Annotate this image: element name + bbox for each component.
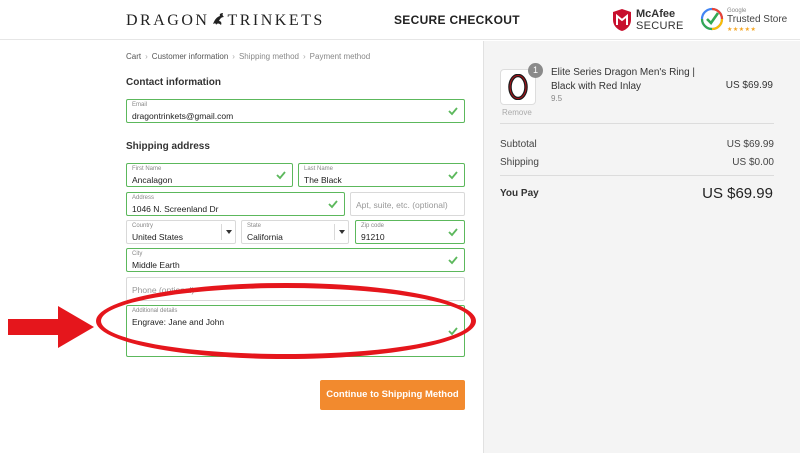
email-label: Email bbox=[132, 102, 148, 108]
subtotal-value: US $69.99 bbox=[726, 139, 774, 150]
first-name-label: First Name bbox=[132, 166, 162, 172]
mcafee-secure-label: SECURE bbox=[636, 20, 684, 32]
summary-divider bbox=[500, 175, 774, 176]
email-value: dragontrinkets@gmail.com bbox=[132, 111, 234, 121]
apartment-field[interactable]: Apt, suite, etc. (optional) bbox=[350, 192, 465, 216]
breadcrumb-chevron-icon: › bbox=[232, 52, 235, 61]
breadcrumb-chevron-icon: › bbox=[303, 52, 306, 61]
order-summary-panel: 1 Remove Elite Series Dragon Men's Ring … bbox=[483, 41, 800, 453]
continue-to-shipping-button[interactable]: Continue to Shipping Method bbox=[320, 380, 465, 410]
mcafee-name: McAfee bbox=[636, 8, 676, 20]
store-logo[interactable]: DRAGON TRINKETS bbox=[126, 11, 325, 30]
subtotal-row: Subtotal US $69.99 bbox=[500, 139, 774, 150]
product-name: Elite Series Dragon Men's Ring | Black w… bbox=[551, 67, 696, 92]
shipping-row: Shipping US $0.00 bbox=[500, 157, 774, 168]
valid-check-icon bbox=[448, 228, 458, 237]
subtotal-label: Subtotal bbox=[500, 139, 537, 150]
highlight-ellipse bbox=[96, 283, 476, 359]
country-label: Country bbox=[132, 223, 154, 229]
product-variant: 9.5 bbox=[551, 94, 563, 103]
product-price: US $69.99 bbox=[725, 80, 773, 91]
valid-check-icon bbox=[448, 171, 458, 180]
total-label: You Pay bbox=[500, 188, 539, 199]
breadcrumb-chevron-icon: › bbox=[145, 52, 148, 61]
country-select[interactable]: Country United States bbox=[126, 220, 236, 244]
trusted-store-check-icon bbox=[700, 7, 724, 31]
valid-check-icon bbox=[448, 107, 458, 116]
last-name-value: The Black bbox=[304, 175, 342, 185]
city-field[interactable]: City Middle Earth bbox=[126, 248, 465, 272]
contact-section-title: Contact information bbox=[126, 77, 221, 88]
breadcrumb-cart[interactable]: Cart bbox=[126, 52, 141, 61]
breadcrumb-payment-method: Payment method bbox=[309, 52, 371, 61]
state-select[interactable]: State California bbox=[241, 220, 349, 244]
chevron-down-icon bbox=[334, 224, 348, 240]
address-field[interactable]: Address 1046 N. Screenland Dr bbox=[126, 192, 345, 216]
city-value: Middle Earth bbox=[132, 260, 180, 270]
summary-divider bbox=[500, 123, 774, 124]
city-label: City bbox=[132, 251, 143, 257]
country-value: United States bbox=[132, 232, 184, 242]
total-value: US $69.99 bbox=[702, 185, 773, 202]
breadcrumb-shipping-method: Shipping method bbox=[238, 52, 299, 61]
first-name-field[interactable]: First Name Ancalagon bbox=[126, 163, 293, 187]
state-label: State bbox=[247, 223, 262, 229]
breadcrumb-customer-information[interactable]: Customer information bbox=[152, 52, 228, 61]
checkout-header: DRAGON TRINKETS SECURE CHECKOUT McAfee SE… bbox=[0, 0, 800, 40]
shipping-value: US $0.00 bbox=[732, 157, 774, 168]
last-name-field[interactable]: Last Name The Black bbox=[298, 163, 465, 187]
mcafee-secure-badge[interactable]: McAfee SECURE bbox=[612, 6, 684, 34]
zip-code-label: Zip code bbox=[361, 223, 385, 229]
last-name-label: Last Name bbox=[304, 166, 334, 172]
valid-check-icon bbox=[328, 200, 338, 209]
valid-check-icon bbox=[276, 171, 286, 180]
state-value: California bbox=[247, 232, 283, 242]
trusted-store-badge[interactable]: Google Trusted Store ★★★★★ bbox=[700, 6, 787, 34]
address-value: 1046 N. Screenland Dr bbox=[132, 204, 219, 214]
remove-item-link[interactable]: Remove bbox=[502, 108, 532, 117]
address-label: Address bbox=[132, 195, 155, 201]
trusted-store-label: Trusted Store bbox=[727, 14, 788, 25]
apartment-placeholder: Apt, suite, etc. (optional) bbox=[356, 200, 448, 210]
zip-code-value: 91210 bbox=[361, 232, 385, 242]
mcafee-shield-icon bbox=[613, 9, 631, 31]
red-arrow-icon bbox=[8, 306, 94, 348]
shipping-label: Shipping bbox=[500, 157, 539, 168]
zip-code-field[interactable]: Zip code 91210 bbox=[355, 220, 465, 244]
logo-text-right: TRINKETS bbox=[227, 12, 325, 29]
chevron-down-icon bbox=[221, 224, 235, 240]
email-field[interactable]: Email dragontrinkets@gmail.com bbox=[126, 99, 465, 123]
logo-text-left: DRAGON bbox=[126, 12, 210, 29]
valid-check-icon bbox=[448, 256, 458, 265]
quantity-badge: 1 bbox=[528, 63, 543, 78]
shipping-section-title: Shipping address bbox=[126, 141, 210, 152]
trusted-store-stars: ★★★★★ bbox=[727, 27, 757, 33]
first-name-value: Ancalagon bbox=[132, 175, 173, 185]
ring-image-icon bbox=[508, 74, 528, 100]
page-title: SECURE CHECKOUT bbox=[394, 13, 520, 27]
breadcrumb: Cart › Customer information › Shipping metho… bbox=[126, 52, 370, 61]
dragon-logo-icon bbox=[213, 13, 225, 25]
